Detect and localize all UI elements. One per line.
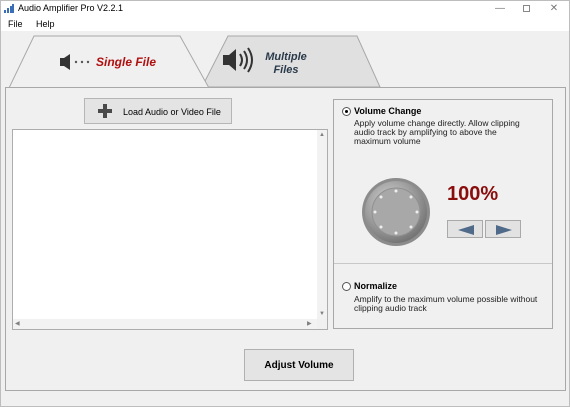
- normalize-title[interactable]: Normalize: [354, 281, 397, 291]
- minimize-button[interactable]: —: [487, 1, 513, 17]
- normalize-radio[interactable]: [342, 282, 351, 291]
- scroll-left-icon[interactable]: ◀: [15, 320, 20, 328]
- tab-multiple-line2: Files: [273, 64, 299, 76]
- volume-knob[interactable]: [361, 177, 431, 247]
- volume-down-button[interactable]: [447, 220, 483, 238]
- vertical-scrollbar[interactable]: ▲ ▼: [317, 130, 327, 320]
- main-window: Audio Amplifier Pro V2.2.1 — ✕ File Help…: [0, 0, 570, 407]
- adjust-volume-button[interactable]: Adjust Volume: [244, 349, 354, 381]
- arrow-left-icon: [458, 225, 474, 235]
- close-button[interactable]: ✕: [541, 1, 567, 17]
- volume-change-desc-line3: maximum volume: [354, 136, 421, 146]
- menu-help[interactable]: Help: [36, 19, 55, 29]
- adjust-volume-label: Adjust Volume: [264, 360, 334, 371]
- file-list[interactable]: ▲ ▼ ◀ ▶: [12, 129, 328, 330]
- speaker-icon: [60, 54, 90, 70]
- maximize-icon: [522, 5, 530, 12]
- single-file-panel: Load Audio or Video File ▲ ▼ ◀ ▶ Volume …: [5, 87, 566, 391]
- menu-file[interactable]: File: [8, 19, 23, 29]
- volume-percent: 100%: [447, 183, 499, 205]
- horizontal-scrollbar[interactable]: ◀ ▶: [13, 319, 317, 329]
- plus-icon: [98, 104, 112, 118]
- tab-multiple-line1: Multiple: [265, 51, 307, 63]
- scroll-up-icon[interactable]: ▲: [319, 131, 325, 139]
- app-icon: [4, 4, 14, 13]
- tab-multiple-label: Multiple Files: [258, 51, 314, 77]
- tab-single-label: Single File: [96, 55, 157, 69]
- maximize-button[interactable]: [513, 1, 539, 17]
- normalize-desc-line2: clipping audio track: [354, 303, 427, 313]
- tab-single-file[interactable]: Single File: [9, 35, 235, 88]
- volume-change-title[interactable]: Volume Change: [354, 106, 421, 116]
- title-bar: Audio Amplifier Pro V2.2.1 — ✕: [1, 1, 569, 17]
- load-file-label: Load Audio or Video File: [123, 107, 221, 117]
- window-title: Audio Amplifier Pro V2.2.1: [18, 3, 124, 13]
- load-file-button[interactable]: Load Audio or Video File: [84, 98, 232, 124]
- normalize-description: Amplify to the maximum volume possible w…: [354, 295, 537, 313]
- volume-change-description: Apply volume change directly. Allow clip…: [354, 119, 520, 146]
- volume-options-panel: Volume Change Apply volume change direct…: [333, 99, 553, 329]
- volume-change-radio[interactable]: [342, 107, 351, 116]
- scroll-down-icon[interactable]: ▼: [319, 310, 325, 318]
- volume-up-button[interactable]: [485, 220, 521, 238]
- options-divider: [334, 263, 552, 264]
- arrow-right-icon: [496, 225, 512, 235]
- menu-bar: File Help: [1, 17, 569, 31]
- scroll-corner: [317, 319, 327, 329]
- scroll-right-icon[interactable]: ▶: [307, 320, 312, 328]
